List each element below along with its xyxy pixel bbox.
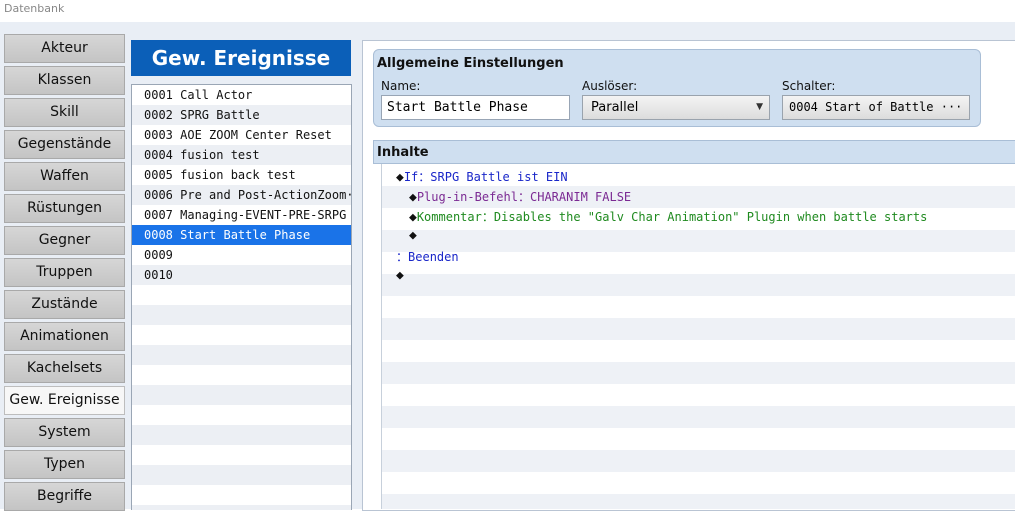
if-keyword: If (403, 170, 419, 184)
tab-klassen[interactable]: Klassen (4, 66, 125, 95)
tab-waffen[interactable]: Waffen (4, 162, 125, 191)
contents-title: Inhalte (377, 145, 429, 160)
tab-skill[interactable]: Skill (4, 98, 125, 127)
plugin-value: CHARANIM FALSE (530, 190, 632, 204)
tab-animationen[interactable]: Animationen (4, 322, 125, 351)
list-item[interactable]: 0009 (132, 245, 351, 265)
tab-gew-ereignisse[interactable]: Gew. Ereignisse (4, 386, 125, 415)
diamond-bullet-icon: ◆ (409, 190, 417, 205)
contents-header: Inhalte (373, 140, 1015, 164)
name-label: Name: (381, 79, 421, 93)
plugin-keyword: Plug-in-Befehl (416, 190, 518, 204)
separator: ： (481, 210, 494, 224)
window-title: Datenbank (4, 2, 65, 15)
diamond-bullet-icon: ◆ (409, 228, 417, 243)
command-end[interactable]: ：Beenden (396, 248, 459, 265)
diamond-bullet-icon: ◆ (409, 210, 417, 225)
tab-begriffe[interactable]: Begriffe (4, 482, 125, 511)
separator: ： (396, 250, 409, 264)
end-label: Beenden (408, 250, 459, 264)
tab-typen[interactable]: Typen (4, 450, 125, 479)
name-field[interactable]: Start Battle Phase (381, 95, 570, 120)
trigger-label: Auslöser: (582, 79, 638, 93)
tab-kachelsets[interactable]: Kachelsets (4, 354, 125, 383)
comment-keyword: Kommentar (416, 210, 482, 224)
tab-ruestungen[interactable]: Rüstungen (4, 194, 125, 223)
list-item[interactable]: 0003 AOE ZOOM Center Reset (132, 125, 351, 145)
separator: ： (418, 170, 431, 184)
trigger-select-value: Parallel (591, 100, 639, 115)
general-settings-title: Allgemeine Einstellungen (377, 56, 564, 71)
trigger-select[interactable]: Parallel ▼ (582, 95, 770, 120)
command-plugin[interactable]: ◆Plug-in-Befehl：CHARANIM FALSE (409, 188, 631, 205)
list-item[interactable]: 0010 (132, 265, 351, 285)
command-if[interactable]: ◆If：SRPG Battle ist EIN (396, 168, 568, 185)
event-list-title: Gew. Ereignisse (131, 40, 351, 76)
tab-truppen[interactable]: Truppen (4, 258, 125, 287)
category-tab-list: Akteur Klassen Skill Gegenstände Waffen … (4, 34, 125, 514)
window-title-bar: Datenbank (0, 0, 1015, 22)
list-item[interactable]: 0001 Call Actor (132, 85, 351, 105)
if-condition: SRPG Battle ist EIN (430, 170, 568, 184)
switch-label: Schalter: (782, 79, 836, 93)
diamond-bullet-icon: ◆ (396, 268, 404, 283)
command-empty[interactable]: ◆ (409, 228, 417, 243)
list-item[interactable]: 0004 fusion test (132, 145, 351, 165)
tab-zustaende[interactable]: Zustände (4, 290, 125, 319)
switch-selector-button[interactable]: 0004 Start of Battle ··· ··· (782, 95, 970, 120)
chevron-down-icon: ▼ (756, 102, 763, 112)
tab-gegner[interactable]: Gegner (4, 226, 125, 255)
diamond-bullet-icon: ◆ (396, 170, 404, 185)
tab-system[interactable]: System (4, 418, 125, 447)
list-item[interactable]: 0005 fusion back test (132, 165, 351, 185)
tab-gegenstaende[interactable]: Gegenstände (4, 130, 125, 159)
command-comment[interactable]: ◆Kommentar：Disables the "Galv Char Anima… (409, 208, 927, 225)
separator: ： (517, 190, 530, 204)
event-command-list[interactable]: ◆If：SRPG Battle ist EIN ◆Plug-in-Befehl：… (381, 164, 1015, 509)
list-item[interactable]: 0006 Pre and Post-ActionZoom··· (132, 185, 351, 205)
command-empty[interactable]: ◆ (396, 268, 404, 283)
list-item[interactable]: 0002 SPRG Battle (132, 105, 351, 125)
list-item[interactable]: 0007 Managing-EVENT-PRE-SRPG (132, 205, 351, 225)
comment-value: Disables the "Galv Char Animation" Plugi… (493, 210, 928, 224)
tab-akteur[interactable]: Akteur (4, 34, 125, 63)
list-item-selected[interactable]: 0008 Start Battle Phase (132, 225, 351, 245)
event-list: 0001 Call Actor 0002 SPRG Battle 0003 AO… (131, 84, 352, 510)
